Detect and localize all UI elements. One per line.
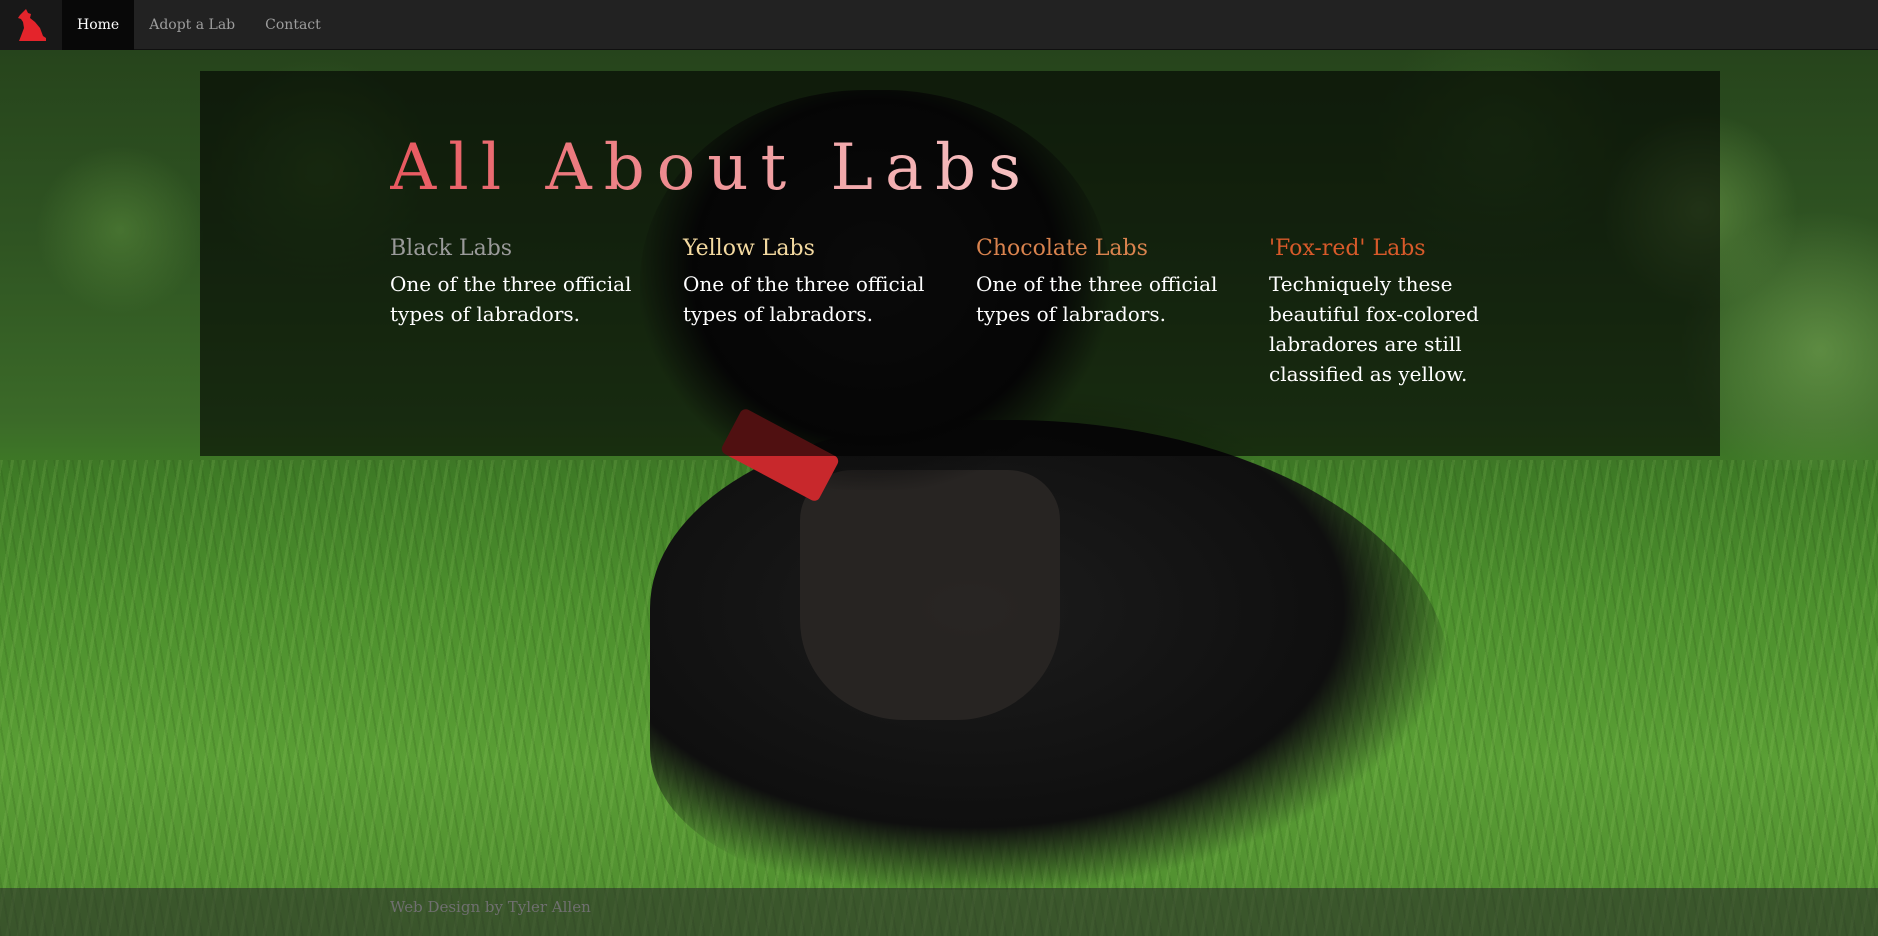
lab-type-black: Black Labs One of the three official typ… — [390, 236, 652, 389]
lab-type-description: Techniquely these beautiful fox-colored … — [1269, 272, 1479, 386]
nav-item-home[interactable]: Home — [62, 0, 135, 50]
dog-harness — [800, 470, 1060, 720]
nav-item-adopt-a-lab[interactable]: Adopt a Lab — [134, 0, 250, 50]
dog-sitting-icon — [18, 9, 46, 41]
lab-type-description: One of the three official types of labra… — [976, 272, 1218, 326]
lab-type-yellow: Yellow Labs One of the three official ty… — [683, 236, 945, 389]
top-navbar: Home Adopt a Lab Contact — [0, 0, 1878, 50]
page-footer: Web Design by Tyler Allen — [0, 888, 1878, 936]
hero-panel: All About Labs Black Labs One of the thr… — [200, 71, 1720, 456]
lab-type-title: Chocolate Labs — [976, 236, 1148, 261]
page-title: All About Labs — [390, 131, 1033, 205]
nav-menu: Home Adopt a Lab Contact — [62, 0, 336, 50]
lab-type-chocolate: Chocolate Labs One of the three official… — [976, 236, 1238, 389]
footer-credit: Web Design by Tyler Allen — [390, 898, 591, 916]
lab-type-title: Yellow Labs — [683, 236, 815, 261]
lab-types: Black Labs One of the three official typ… — [390, 236, 1562, 389]
brand-logo[interactable] — [0, 0, 62, 50]
nav-item-contact[interactable]: Contact — [250, 0, 336, 50]
lab-type-title: Black Labs — [390, 236, 513, 261]
lab-type-description: One of the three official types of labra… — [683, 272, 925, 326]
lab-type-description: One of the three official types of labra… — [390, 272, 632, 326]
lab-type-fox-red: 'Fox-red' Labs Techniquely these beautif… — [1269, 236, 1531, 389]
lab-type-title: 'Fox-red' Labs — [1269, 236, 1426, 261]
